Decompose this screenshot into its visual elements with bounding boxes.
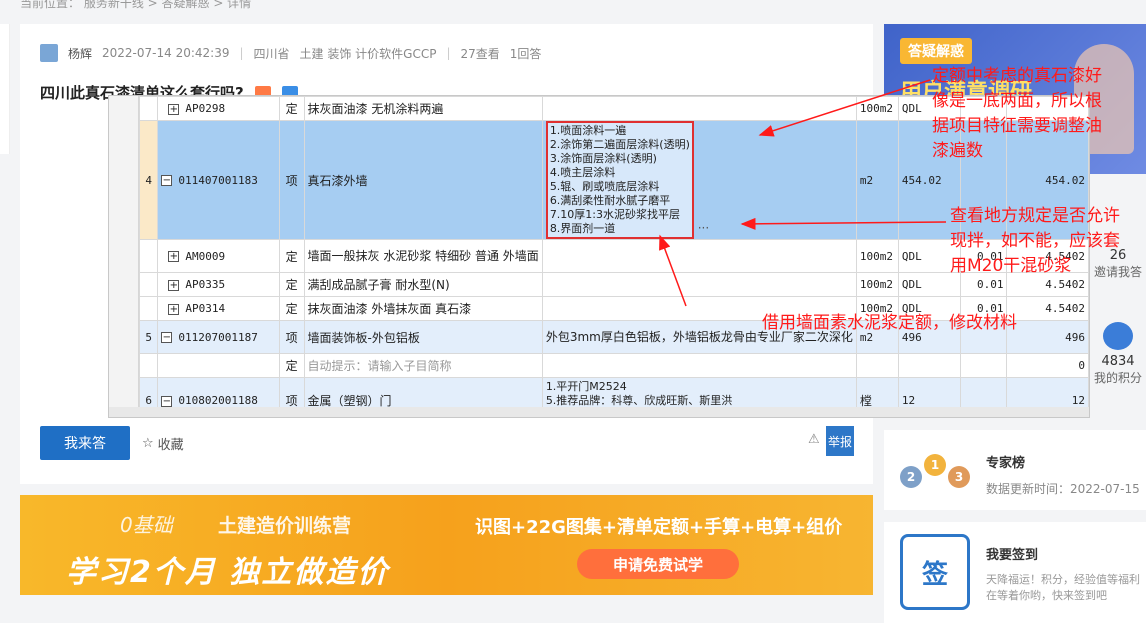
arrow-to-feature-top — [758, 79, 931, 137]
annotation-note-3: 借用墙面素水泥浆定额，修改材料 — [762, 313, 1017, 333]
annotation-note-2: 查看地方规定是否允许 现拌，如不能，应该套 用M20干混砂浆 — [950, 206, 1120, 276]
arrow-to-interface-agent — [659, 234, 687, 307]
arrow-to-mortar-layer — [740, 217, 947, 230]
annotation-note-1: 定额中考虑的真石漆好 像是一底两面，所以根 据项目特征需要调整油 漆遍数 — [932, 66, 1102, 161]
